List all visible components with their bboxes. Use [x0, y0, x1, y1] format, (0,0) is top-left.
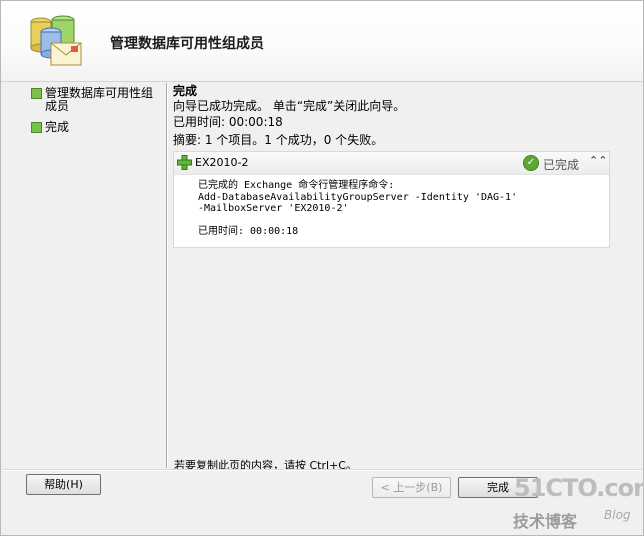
- watermark-logo: 51CTO.com: [514, 474, 644, 502]
- plus-icon: [177, 155, 192, 170]
- command-line: -MailboxServer 'EX2010-2': [198, 203, 349, 214]
- watermark-subtitle: 技术博客: [513, 512, 578, 531]
- database-mail-icon: [30, 15, 82, 66]
- section-title: 完成: [173, 84, 198, 98]
- step-marker-icon: [31, 122, 42, 133]
- nav-step-manage-members[interactable]: 管理数据库可用性组成员: [29, 87, 159, 113]
- summary-text: 摘要: 1 个项目。1 个成功，0 个失败。: [173, 133, 384, 147]
- watermark-blog: Blog: [604, 508, 631, 522]
- panel-elapsed-time: 已用时间: 00:00:18: [198, 225, 299, 237]
- status-text: 已完成: [543, 158, 580, 172]
- result-panel: EX2010-2 ✓ 已完成 ⌃⌃ 已完成的 Exchange 命令行管理程序命…: [173, 151, 610, 248]
- server-name: EX2010-2: [195, 156, 249, 169]
- completion-message: 向导已成功完成。 单击“完成”关闭此向导。: [173, 99, 406, 113]
- back-button[interactable]: < 上一步(B): [372, 477, 451, 498]
- result-panel-header[interactable]: EX2010-2 ✓ 已完成 ⌃⌃: [174, 152, 609, 175]
- completion-content: 完成 向导已成功完成。 单击“完成”关闭此向导。 已用时间: 00:00:18 …: [173, 83, 633, 148]
- command-line: Add-DatabaseAvailabilityGroupServer -Ide…: [198, 191, 518, 203]
- footer-divider: [2, 469, 642, 471]
- command-line: 已完成的 Exchange 命令行管理程序命令:: [198, 180, 395, 191]
- vertical-divider: [166, 83, 168, 468]
- wizard-header: 管理数据库可用性组成员: [1, 1, 643, 82]
- wizard-window: 管理数据库可用性组成员 管理数据库可用性组成员 完成 完成 向导已成功完成。 单…: [0, 0, 644, 536]
- check-icon: ✓: [523, 155, 539, 171]
- wizard-title: 管理数据库可用性组成员: [110, 36, 264, 52]
- nav-step-complete[interactable]: 完成: [29, 121, 159, 134]
- step-marker-icon: [31, 88, 42, 99]
- elapsed-time: 已用时间: 00:00:18: [173, 115, 283, 129]
- nav-step-label: 管理数据库可用性组成员: [45, 86, 154, 113]
- collapse-chevron-icon[interactable]: ⌃⌃: [589, 154, 607, 167]
- wizard-steps-nav: 管理数据库可用性组成员 完成: [29, 87, 159, 142]
- nav-step-label: 完成: [45, 120, 70, 134]
- help-button[interactable]: 帮助(H): [26, 474, 101, 495]
- command-output: 已完成的 Exchange 命令行管理程序命令: Add-DatabaseAva…: [198, 180, 598, 237]
